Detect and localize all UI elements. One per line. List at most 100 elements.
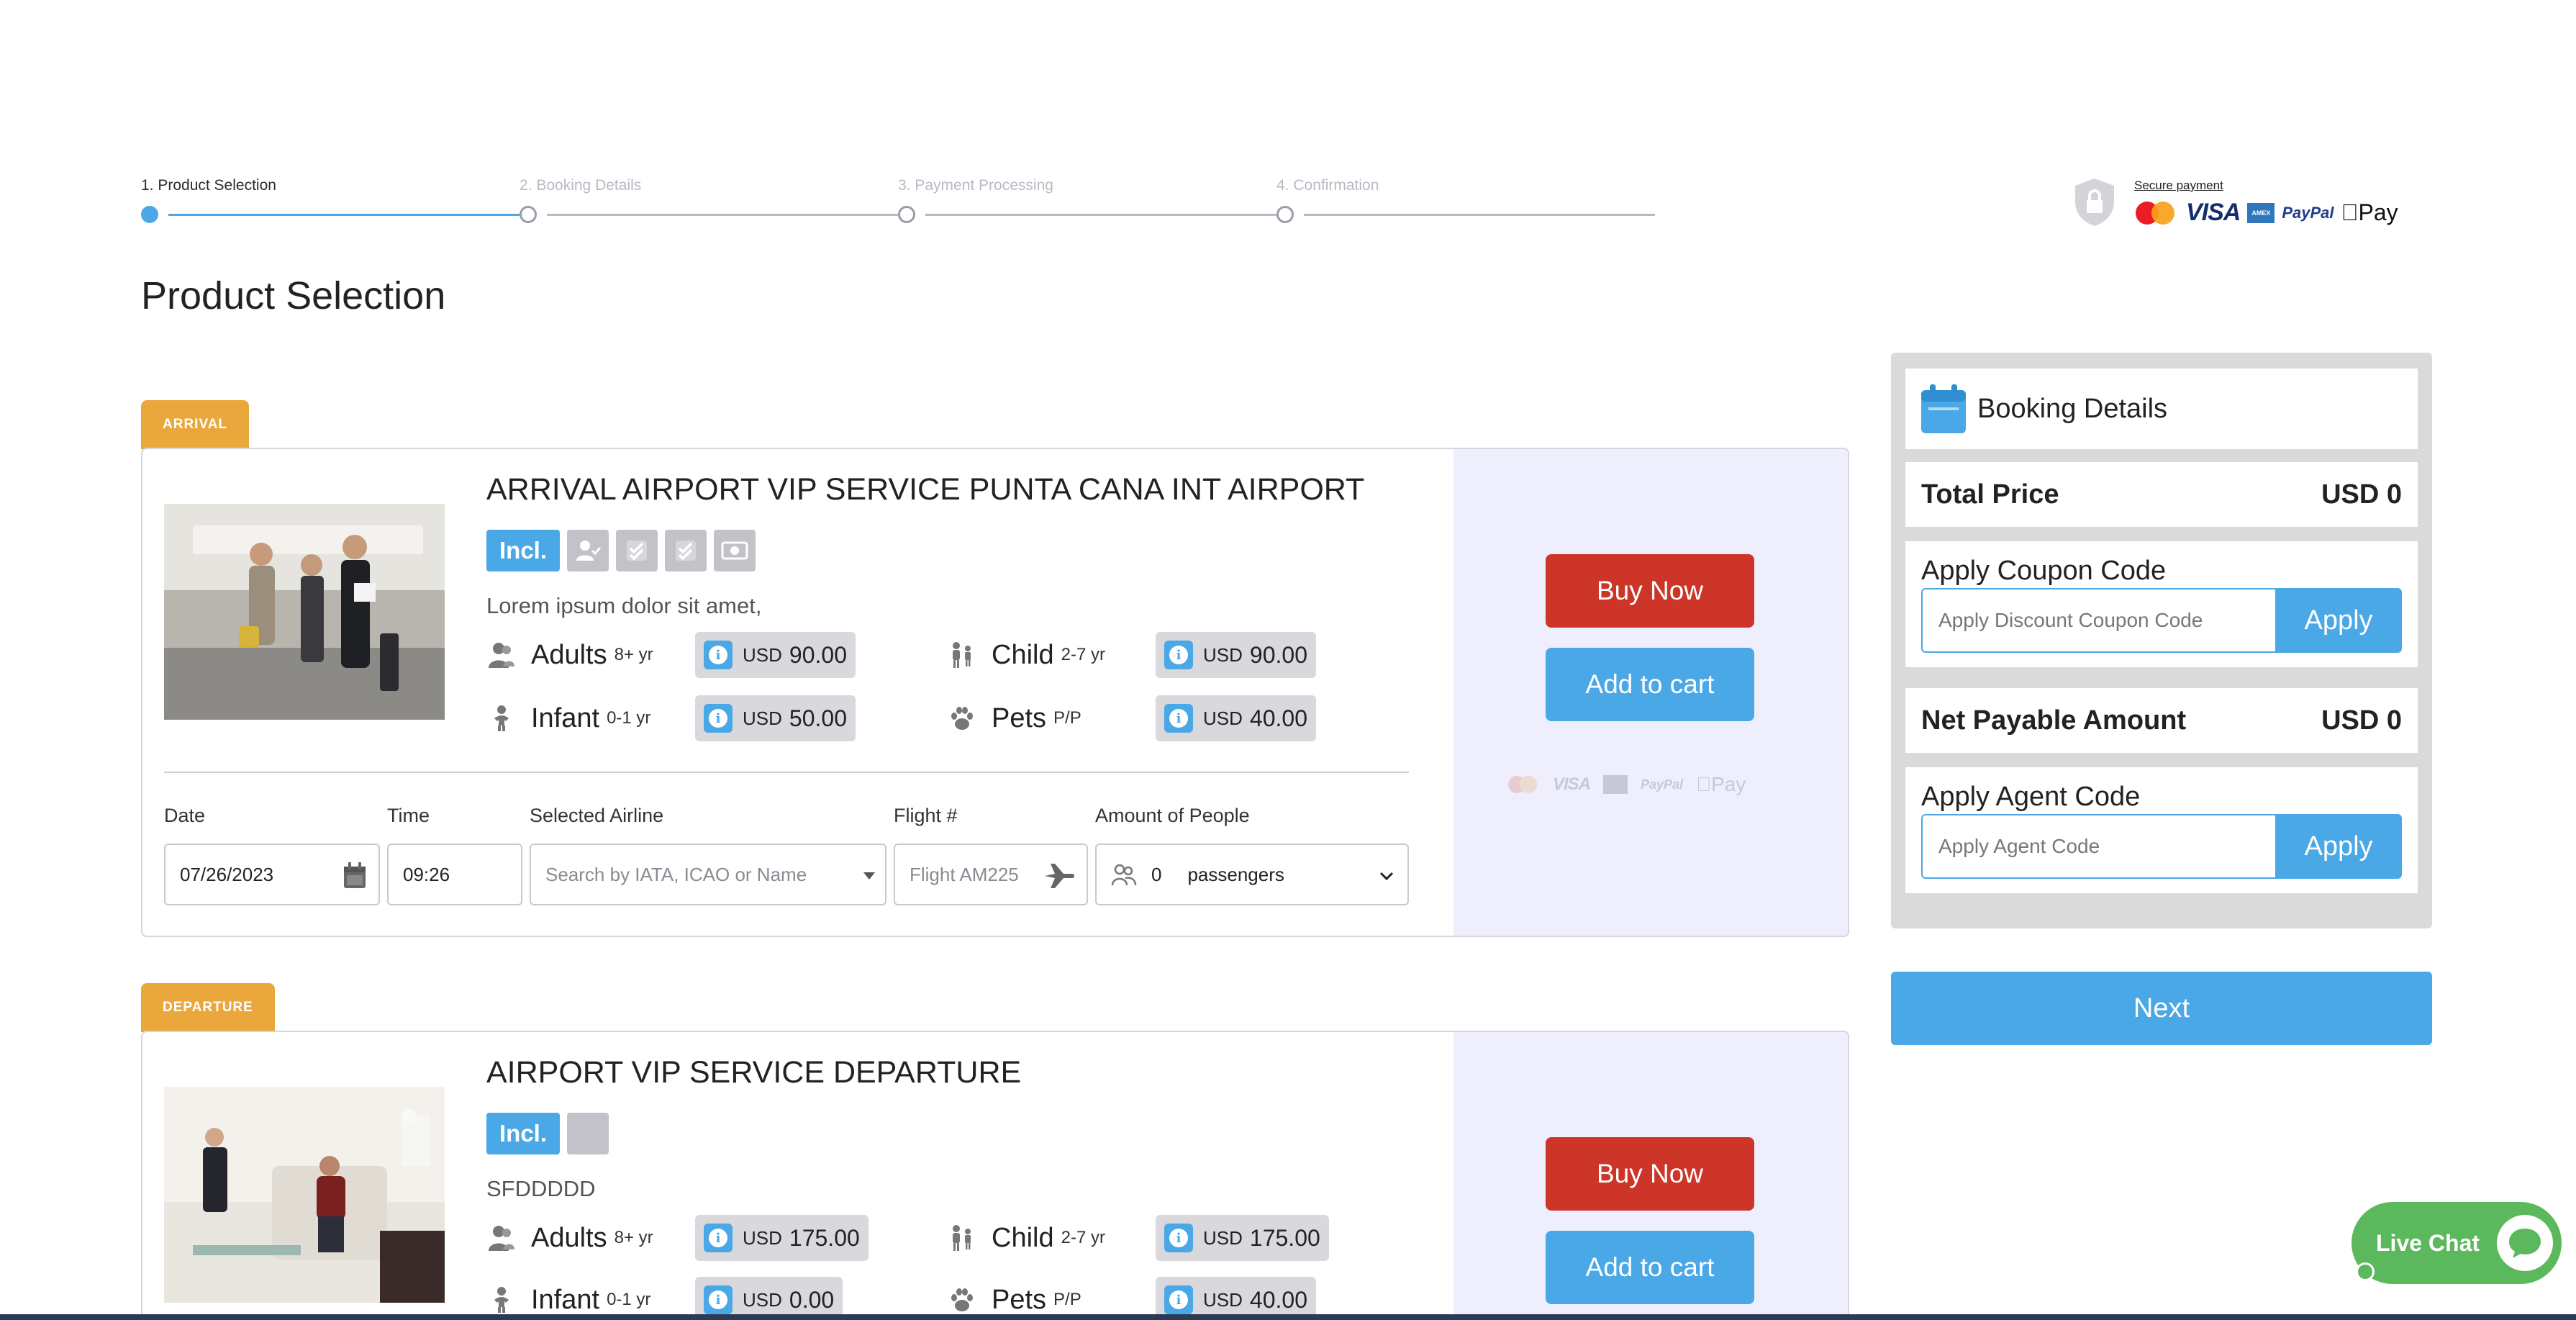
feature-badges: Incl. [486, 530, 756, 571]
flight-number-input[interactable]: Flight AM225 [894, 844, 1088, 905]
info-icon[interactable]: i [1164, 704, 1193, 733]
price-age: 2-7 yr [1061, 645, 1105, 664]
net-payable-value: USD 0 [2321, 705, 2402, 736]
product-title: ARRIVAL AIRPORT VIP SERVICE PUNTA CANA I… [486, 472, 1365, 507]
cash-icon [714, 530, 756, 571]
flight-placeholder: Flight AM225 [910, 863, 1019, 885]
price-box: i USD 90.00 [695, 632, 856, 678]
step-confirmation[interactable]: 4. Confirmation [1276, 177, 1655, 227]
product-description: Lorem ipsum dolor sit amet, [486, 593, 762, 618]
payment-logos: VISA AMEX PayPal Pay [2134, 199, 2398, 227]
buy-now-button[interactable]: Buy Now [1546, 1137, 1754, 1211]
info-icon[interactable]: i [1164, 1224, 1193, 1252]
price-value: 175.00 [1249, 1224, 1320, 1251]
info-icon[interactable]: i [704, 1285, 733, 1314]
calendar-icon[interactable] [343, 861, 367, 890]
price-currency: USD [1203, 1226, 1243, 1249]
coupon-box: Apply Coupon Code Apply Discount Coupon … [1905, 541, 2418, 667]
price-name: Infant [531, 702, 600, 733]
price-currency: USD [1203, 707, 1243, 729]
time-input[interactable]: 09:26 [387, 844, 522, 905]
live-chat-button[interactable]: Live Chat [2351, 1202, 2562, 1284]
price-box: i USD 40.00 [1156, 1277, 1316, 1320]
net-payable-label: Net Payable Amount [1921, 705, 2187, 736]
price-value: 40.00 [1249, 705, 1307, 731]
secure-payment: Secure payment VISA AMEX PayPal Pay [2072, 176, 2418, 233]
chevron-down-icon [863, 872, 875, 880]
mastercard-icon [2134, 199, 2179, 227]
buy-now-button[interactable]: Buy Now [1546, 554, 1754, 628]
price-box: i USD 40.00 [1156, 695, 1316, 741]
booking-details-header: Booking Details [1905, 369, 2418, 449]
step-booking-details[interactable]: 2. Booking Details [520, 177, 898, 227]
mastercard-icon [1508, 774, 1540, 795]
info-icon[interactable]: i [704, 641, 733, 669]
date-input[interactable]: 07/26/2023 [164, 844, 380, 905]
agent-code-input[interactable]: Apply Agent Code [1921, 814, 2275, 879]
person-check-icon [567, 530, 609, 571]
price-age: 2-7 yr [1061, 1228, 1105, 1247]
price-name: Child [992, 639, 1054, 670]
included-badge: Incl. [486, 1113, 561, 1154]
total-price-label: Total Price [1921, 479, 2059, 510]
flight-label: Flight # [894, 805, 958, 826]
date-label: Date [164, 805, 206, 826]
price-infant: Infant 0-1 yr i USD 0.00 [486, 1277, 843, 1320]
price-pets: Pets P/P i USD 40.00 [947, 695, 1316, 741]
price-box: i USD 0.00 [695, 1277, 843, 1320]
price-age: P/P [1053, 1290, 1081, 1309]
shield-lock-icon [2075, 178, 2114, 226]
price-currency: USD [1203, 1288, 1243, 1311]
coupon-input[interactable]: Apply Discount Coupon Code [1921, 588, 2275, 653]
departure-tag: DEPARTURE [141, 983, 275, 1032]
feature-icon [567, 1113, 609, 1154]
step-product-selection[interactable]: 1. Product Selection [141, 177, 520, 227]
calendar-icon [1921, 384, 1966, 433]
people-select[interactable]: 0 passengers [1095, 844, 1409, 905]
double-check-icon [665, 530, 707, 571]
info-icon[interactable]: i [1164, 641, 1193, 669]
price-currency: USD [743, 1226, 782, 1249]
secure-payment-title: Secure payment [2134, 178, 2223, 192]
price-name: Adults [531, 639, 607, 670]
amex-icon: AMEX [2247, 202, 2275, 223]
net-payable-row: Net Payable Amount USD 0 [1905, 688, 2418, 753]
add-to-cart-button[interactable]: Add to cart [1546, 648, 1754, 721]
step-payment-processing[interactable]: 3. Payment Processing [898, 177, 1276, 227]
next-button[interactable]: Next [1891, 972, 2432, 1045]
agent-code-box: Apply Agent Code Apply Agent Code Apply [1905, 767, 2418, 893]
airline-placeholder: Search by IATA, ICAO or Name [545, 863, 807, 885]
apply-agent-button[interactable]: Apply [2275, 814, 2402, 879]
chevron-down-icon [1379, 872, 1394, 881]
step-line [547, 214, 898, 216]
price-age: 8+ yr [614, 645, 653, 664]
add-to-cart-button[interactable]: Add to cart [1546, 1231, 1754, 1304]
divider [164, 772, 1409, 773]
people-count: 0 [1151, 863, 1162, 885]
step-line [168, 214, 520, 216]
total-price-row: Total Price USD 0 [1905, 462, 2418, 527]
price-name: Infant [531, 1284, 600, 1315]
included-badge: Incl. [486, 530, 561, 571]
info-icon[interactable]: i [704, 1224, 733, 1252]
price-currency: USD [743, 1288, 782, 1311]
price-box: i USD 50.00 [695, 695, 856, 741]
airline-select[interactable]: Search by IATA, ICAO or Name [530, 844, 886, 905]
price-adults: Adults 8+ yr i USD 175.00 [486, 1215, 869, 1261]
info-icon[interactable]: i [704, 704, 733, 733]
price-value: 175.00 [789, 1224, 860, 1251]
arrival-tag: ARRIVAL [141, 400, 250, 449]
faded-payment-logos: VISA PayPal Pay [1508, 773, 1746, 796]
apply-coupon-button[interactable]: Apply [2275, 588, 2402, 653]
page-title: Product Selection [141, 274, 446, 317]
apple-pay-icon: Pay [2341, 199, 2398, 225]
info-icon[interactable]: i [1164, 1285, 1193, 1314]
price-name: Pets [992, 1284, 1047, 1315]
step-dot [898, 206, 915, 223]
airline-label: Selected Airline [530, 805, 664, 826]
price-age: 0-1 yr [607, 1290, 651, 1309]
price-name: Child [992, 1222, 1054, 1253]
step-line [1304, 214, 1655, 216]
product-image [164, 504, 445, 720]
child-icon [947, 1223, 977, 1253]
